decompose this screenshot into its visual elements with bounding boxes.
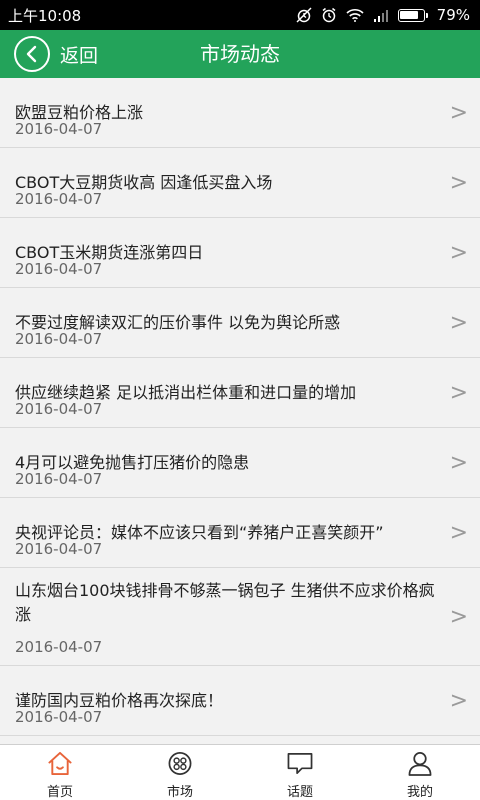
news-item[interactable]: 山东烟台100块钱排骨不够蒸一锅包子 生猪供不应求价格疯涨 2016-04-07… [0, 568, 480, 666]
news-item[interactable]: 谨防国内豆粕价格再次探底！ 2016-04-07 > [0, 666, 480, 736]
battery-level: 79% [436, 6, 470, 24]
news-date: 2016-04-07 [15, 400, 103, 418]
tab-topic[interactable]: 话题 [240, 745, 360, 800]
chevron-right-icon: > [449, 604, 468, 629]
news-date: 2016-04-07 [15, 540, 103, 558]
news-item[interactable]: 欧盟豆粕价格上涨 2016-04-07 > [0, 78, 480, 148]
news-date: 2016-04-07 [15, 470, 103, 488]
news-item[interactable]: 不要过度解读双汇的压价事件 以免为舆论所惑 2016-04-07 > [0, 288, 480, 358]
news-item[interactable]: CBOT玉米期货连涨第四日 2016-04-07 > [0, 218, 480, 288]
topic-icon [287, 753, 313, 774]
status-icons: 79% [296, 6, 470, 24]
chevron-right-icon: > [449, 688, 468, 713]
home-icon [48, 751, 72, 776]
news-title: 央视评论员：媒体不应该只看到“养猪户正喜笑颜开” [15, 523, 384, 542]
news-item[interactable]: 供应继续趋紧 足以抵消出栏体重和进口量的增加 2016-04-07 > [0, 358, 480, 428]
news-date: 2016-04-07 [15, 120, 103, 138]
profile-icon [408, 752, 432, 776]
news-item[interactable]: 央视评论员：媒体不应该只看到“养猪户正喜笑颜开” 2016-04-07 > [0, 498, 480, 568]
news-item[interactable]: 4月可以避免抛售打压猪价的隐患 2016-04-07 > [0, 428, 480, 498]
tab-market[interactable]: 市场 [120, 745, 240, 800]
tab-label: 我的 [406, 785, 433, 800]
news-list[interactable]: 欧盟豆粕价格上涨 2016-04-07 > CBOT大豆期货收高 因逢低买盘入场… [0, 78, 480, 744]
back-label: 返回 [60, 44, 99, 67]
back-button[interactable]: 返回 [14, 36, 98, 72]
news-title: CBOT大豆期货收高 因逢低买盘入场 [15, 173, 273, 192]
news-title: 山东烟台100块钱排骨不够蒸一锅包子 生猪供不应求价格疯涨 [15, 581, 435, 624]
battery-icon [397, 8, 428, 22]
status-time: 上午10:08 [8, 6, 82, 25]
signal-icon [373, 9, 388, 22]
chevron-right-icon: > [449, 170, 468, 195]
tab-label: 市场 [166, 785, 193, 800]
alarm-off-icon [296, 7, 312, 23]
news-title: CBOT玉米期货连涨第四日 [15, 243, 204, 262]
news-title: 4月可以避免抛售打压猪价的隐患 [15, 453, 250, 472]
bottom-tab-bar: 首页 市场 话题 我的 [0, 744, 480, 800]
chevron-right-icon: > [449, 450, 468, 475]
tab-label: 话题 [286, 785, 313, 800]
chevron-right-icon: > [449, 520, 468, 545]
alarm-clock-icon [322, 7, 336, 23]
chevron-right-icon: > [449, 310, 468, 335]
news-title: 供应继续趋紧 足以抵消出栏体重和进口量的增加 [15, 383, 357, 402]
chevron-right-icon: > [449, 240, 468, 265]
tab-label: 首页 [46, 785, 73, 800]
chevron-right-icon: > [449, 380, 468, 405]
news-title: 谨防国内豆粕价格再次探底！ [15, 691, 224, 710]
news-date: 2016-04-07 [15, 638, 103, 656]
wifi-icon [346, 9, 364, 22]
tab-profile[interactable]: 我的 [360, 745, 480, 800]
status-bar: 上午10:08 79% [0, 0, 480, 30]
chevron-left-icon [14, 36, 50, 72]
header-bar: 返回 市场动态 [0, 30, 480, 78]
news-title: 欧盟豆粕价格上涨 [15, 103, 144, 122]
news-item[interactable]: CBOT大豆期货收高 因逢低买盘入场 2016-04-07 > [0, 148, 480, 218]
market-icon [168, 752, 192, 775]
news-date: 2016-04-07 [15, 330, 103, 348]
chevron-right-icon: > [449, 100, 468, 125]
news-date: 2016-04-07 [15, 190, 103, 208]
tab-home[interactable]: 首页 [0, 745, 120, 800]
news-date: 2016-04-07 [15, 708, 103, 726]
news-title: 不要过度解读双汇的压价事件 以免为舆论所惑 [15, 313, 341, 332]
news-date: 2016-04-07 [15, 260, 103, 278]
